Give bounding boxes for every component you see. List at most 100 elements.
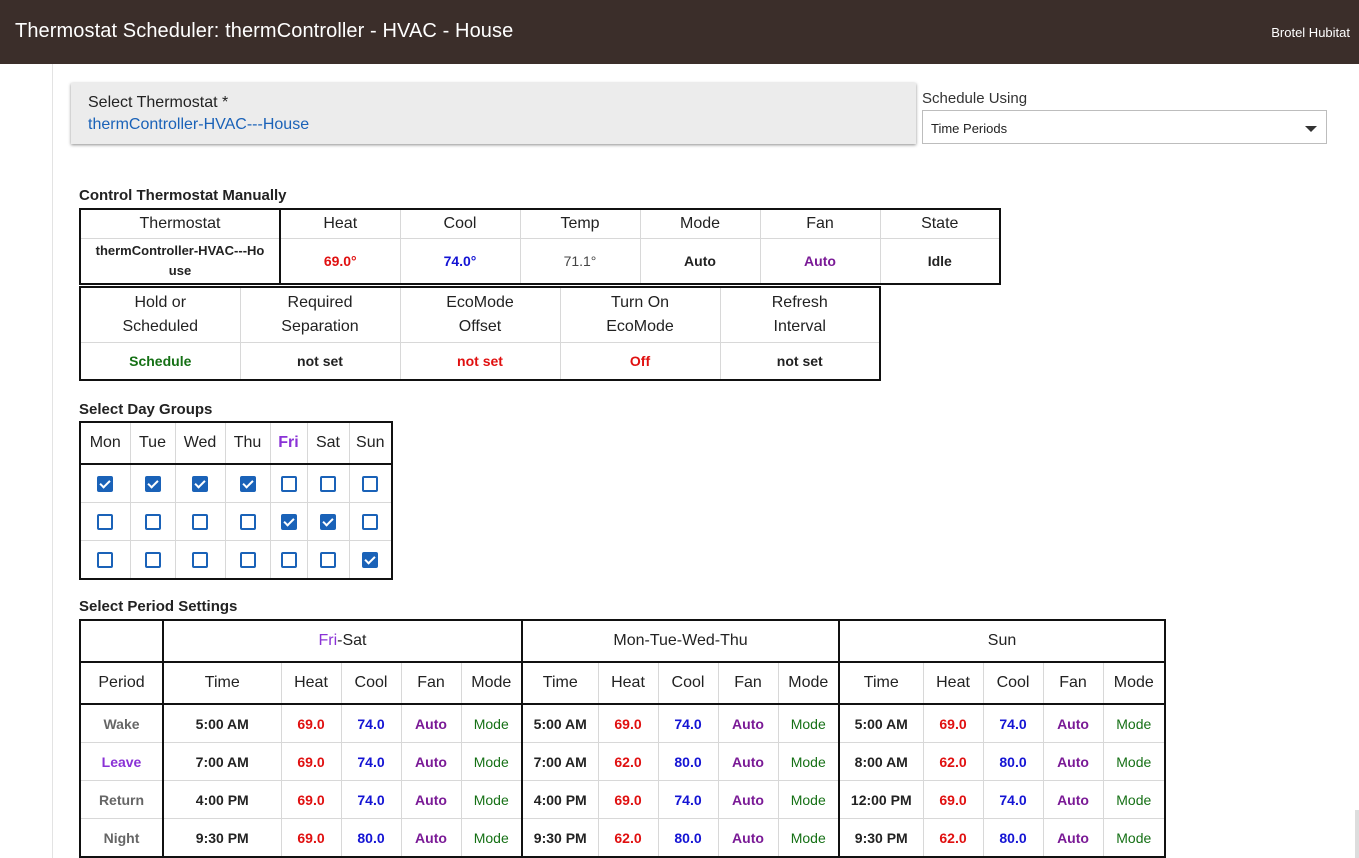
period-heat[interactable]: 62.0 — [922, 818, 984, 858]
thermostat-select[interactable]: Select Thermostat * thermController-HVAC… — [71, 83, 916, 144]
period-heat[interactable]: 62.0 — [922, 742, 984, 781]
day-checkbox[interactable] — [362, 514, 379, 531]
cool-setpoint[interactable]: 74.0° — [399, 238, 521, 285]
day-checkbox[interactable] — [192, 514, 208, 531]
period-fan[interactable]: Auto — [717, 818, 779, 858]
period-time[interactable]: 12:00 PM — [838, 780, 924, 819]
period-time[interactable]: 4:00 PM — [162, 780, 282, 819]
period-cool[interactable]: 80.0 — [657, 742, 719, 781]
fan-value[interactable]: Auto — [759, 238, 881, 285]
day-checkbox[interactable] — [280, 476, 297, 493]
day-checkbox[interactable] — [362, 552, 379, 569]
period-fan[interactable]: Auto — [1042, 742, 1104, 781]
period-mode[interactable]: Mode — [777, 742, 841, 781]
day-checkbox[interactable] — [144, 476, 161, 493]
day-checkbox[interactable] — [144, 552, 161, 569]
period-heat[interactable]: 69.0 — [280, 818, 342, 858]
period-mode[interactable]: Mode — [460, 818, 523, 858]
refresh-value[interactable]: not set — [719, 342, 881, 381]
period-fan[interactable]: Auto — [717, 780, 779, 819]
period-heat[interactable]: 69.0 — [597, 780, 659, 819]
period-time[interactable]: 4:00 PM — [521, 780, 599, 819]
period-time[interactable]: 9:30 PM — [521, 818, 599, 858]
period-heat[interactable]: 69.0 — [280, 742, 342, 781]
period-time[interactable]: 5:00 AM — [838, 703, 924, 743]
period-fan[interactable]: Auto — [1042, 818, 1104, 858]
th-temp: Temp — [519, 208, 641, 239]
period-cool[interactable]: 80.0 — [982, 818, 1044, 858]
period-mode[interactable]: Mode — [1102, 742, 1166, 781]
period-cool[interactable]: 74.0 — [340, 780, 402, 819]
eco-offset-value[interactable]: not set — [399, 342, 561, 381]
period-time[interactable]: 9:30 PM — [838, 818, 924, 858]
day-cell — [224, 502, 271, 541]
day-checkbox[interactable] — [97, 552, 114, 569]
period-mode[interactable]: Mode — [777, 818, 841, 858]
period-heat[interactable]: 69.0 — [922, 780, 984, 819]
day-checkbox[interactable] — [239, 514, 256, 531]
period-cool[interactable]: 74.0 — [340, 742, 402, 781]
period-heat[interactable]: 69.0 — [280, 703, 342, 743]
day-checkbox[interactable] — [239, 476, 256, 493]
period-heat[interactable]: 69.0 — [280, 780, 342, 819]
period-mode[interactable]: Mode — [1102, 780, 1166, 819]
period-time[interactable]: 5:00 AM — [162, 703, 282, 743]
day-checkbox[interactable] — [144, 514, 161, 531]
period-fan[interactable]: Auto — [400, 703, 462, 743]
period-time[interactable]: 7:00 AM — [521, 742, 599, 781]
period-fan[interactable]: Auto — [1042, 780, 1104, 819]
period-cool[interactable]: 74.0 — [657, 703, 719, 743]
period-fan[interactable]: Auto — [400, 780, 462, 819]
period-heat[interactable]: 62.0 — [597, 818, 659, 858]
period-cool[interactable]: 74.0 — [340, 703, 402, 743]
period-time[interactable]: 5:00 AM — [521, 703, 599, 743]
period-mode[interactable]: Mode — [460, 780, 523, 819]
period-cool[interactable]: 74.0 — [982, 703, 1044, 743]
separation-value[interactable]: not set — [239, 342, 401, 381]
period-cool[interactable]: 80.0 — [657, 818, 719, 858]
hold-value[interactable]: Schedule — [79, 342, 241, 381]
day-checkbox[interactable] — [97, 514, 114, 531]
thermostat-select-value[interactable]: thermController-HVAC---House — [88, 116, 309, 134]
heat-setpoint[interactable]: 69.0° — [279, 238, 401, 285]
period-fan[interactable]: Auto — [400, 742, 462, 781]
day-tue: Tue — [129, 421, 176, 465]
day-checkbox[interactable] — [192, 476, 208, 493]
scrollbar-edge[interactable] — [1355, 810, 1359, 858]
period-time[interactable]: 9:30 PM — [162, 818, 282, 858]
period-cool[interactable]: 74.0 — [982, 780, 1044, 819]
period-mode[interactable]: Mode — [460, 742, 523, 781]
day-checkbox[interactable] — [280, 552, 297, 569]
period-heat[interactable]: 69.0 — [597, 703, 659, 743]
day-checkbox[interactable] — [320, 514, 336, 531]
period-fan[interactable]: Auto — [717, 742, 779, 781]
period-time[interactable]: 8:00 AM — [838, 742, 924, 781]
period-cool[interactable]: 80.0 — [340, 818, 402, 858]
day-cell — [224, 463, 271, 503]
day-checkbox[interactable] — [97, 476, 114, 493]
day-checkbox[interactable] — [320, 552, 336, 569]
period-heat[interactable]: 62.0 — [597, 742, 659, 781]
mode-value[interactable]: Auto — [639, 238, 761, 285]
period-mode[interactable]: Mode — [777, 703, 841, 743]
period-mode[interactable]: Mode — [460, 703, 523, 743]
hub-name[interactable]: Brotel Hubitat — [1271, 25, 1350, 40]
day-checkbox[interactable] — [239, 552, 256, 569]
period-heat[interactable]: 69.0 — [922, 703, 984, 743]
period-fan[interactable]: Auto — [1042, 703, 1104, 743]
period-mode[interactable]: Mode — [1102, 703, 1166, 743]
day-checkbox[interactable] — [280, 514, 297, 531]
day-checkbox[interactable] — [362, 476, 379, 493]
period-fan[interactable]: Auto — [400, 818, 462, 858]
schedule-using-dropdown[interactable]: Time Periods — [922, 110, 1327, 144]
period-cool[interactable]: 80.0 — [982, 742, 1044, 781]
eco-on-value[interactable]: Off — [559, 342, 721, 381]
period-time[interactable]: 7:00 AM — [162, 742, 282, 781]
th-time: Time — [162, 661, 282, 705]
day-checkbox[interactable] — [192, 552, 208, 569]
period-mode[interactable]: Mode — [777, 780, 841, 819]
period-fan[interactable]: Auto — [717, 703, 779, 743]
day-checkbox[interactable] — [320, 476, 336, 493]
period-mode[interactable]: Mode — [1102, 818, 1166, 858]
period-cool[interactable]: 74.0 — [657, 780, 719, 819]
